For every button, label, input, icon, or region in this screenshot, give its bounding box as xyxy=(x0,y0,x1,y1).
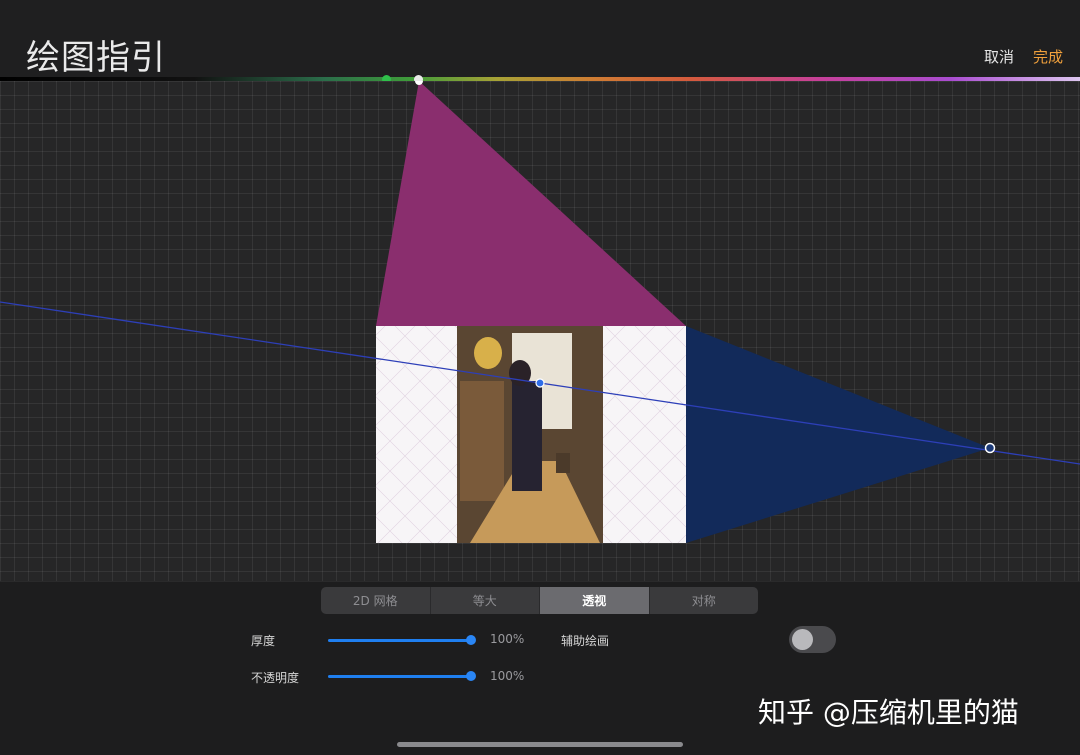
done-button[interactable]: 完成 xyxy=(1033,46,1063,67)
opacity-slider[interactable] xyxy=(328,671,476,681)
guide-settings-panel: 2D 网格 等大 透视 对称 厚度 100% 辅助绘画 不透明度 100% 知乎… xyxy=(0,581,1080,755)
toggle-knob xyxy=(792,629,813,650)
perspective-guide xyxy=(0,81,1080,543)
perspective-plane-top xyxy=(376,81,686,326)
reference-illustration xyxy=(457,326,603,543)
vanishing-point-handle[interactable] xyxy=(984,442,996,454)
opacity-slider-thumb[interactable] xyxy=(466,671,476,681)
tab-isometric[interactable]: 等大 xyxy=(431,587,540,614)
tab-symmetry[interactable]: 对称 xyxy=(650,587,759,614)
assisted-drawing-toggle[interactable] xyxy=(789,626,836,653)
drawing-canvas[interactable] xyxy=(0,81,1080,581)
perspective-plane-right xyxy=(686,326,990,543)
assisted-drawing-label: 辅助绘画 xyxy=(561,634,610,648)
perspective-center-handle[interactable] xyxy=(535,378,545,388)
thickness-value: 100% xyxy=(490,632,525,646)
thickness-label: 厚度 xyxy=(251,634,276,648)
page-title: 绘图指引 xyxy=(26,38,166,78)
watermark-text: 知乎 @压缩机里的猫 xyxy=(758,696,1019,729)
tab-perspective[interactable]: 透视 xyxy=(540,587,650,614)
home-indicator[interactable] xyxy=(397,742,683,747)
opacity-value: 100% xyxy=(490,669,525,683)
thickness-slider[interactable] xyxy=(328,635,476,645)
guide-type-selector: 2D 网格 等大 透视 对称 xyxy=(321,587,758,614)
cancel-button[interactable]: 取消 xyxy=(984,46,1014,67)
tab-2d-grid[interactable]: 2D 网格 xyxy=(321,587,431,614)
top-bar: 绘图指引 取消 完成 xyxy=(0,0,1080,78)
opacity-label: 不透明度 xyxy=(251,671,300,685)
thickness-slider-thumb[interactable] xyxy=(466,635,476,645)
